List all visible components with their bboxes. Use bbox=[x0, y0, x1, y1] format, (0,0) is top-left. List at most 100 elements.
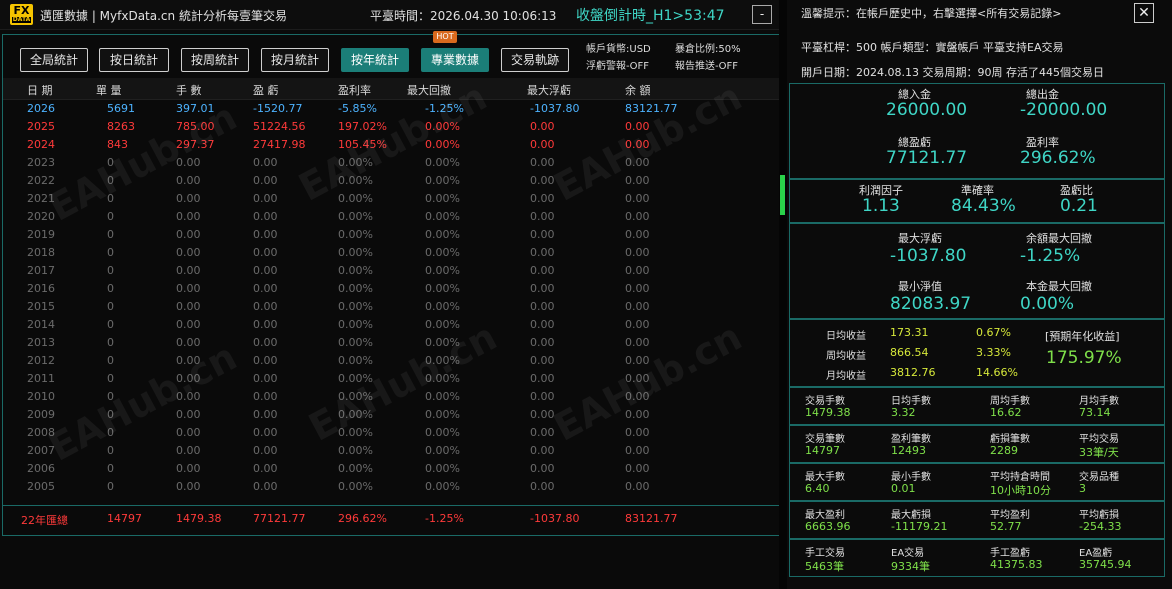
vertical-scrollbar[interactable] bbox=[779, 0, 787, 589]
table-cell: 0.00 bbox=[253, 228, 278, 241]
table-cell: 2012 bbox=[27, 354, 55, 367]
table-cell: 0.00 bbox=[176, 426, 201, 439]
server-time: 平臺時間：2026.04.30 10:06:13 bbox=[370, 9, 557, 23]
table-cell: 51224.56 bbox=[253, 120, 306, 133]
table-cell: 2013 bbox=[27, 336, 55, 349]
tab-monthly-stats[interactable]: 按月統計 bbox=[261, 48, 329, 72]
table-cell: 0.00 bbox=[625, 228, 650, 241]
table-cell: 0.00 bbox=[530, 480, 555, 493]
table-cell: 0.00 bbox=[530, 192, 555, 205]
scrollbar-thumb[interactable] bbox=[780, 175, 785, 215]
table-cell: 0.00 bbox=[625, 426, 650, 439]
profit-factor-value: 1.13 bbox=[862, 196, 900, 216]
table-cell: 2026 bbox=[27, 102, 55, 115]
stat-label: 虧損筆數 bbox=[990, 434, 1030, 445]
tab-weekly-stats[interactable]: 按周統計 bbox=[181, 48, 249, 72]
summary-lots: 1479.38 bbox=[176, 512, 222, 525]
table-cell: 2011 bbox=[27, 372, 55, 385]
report-push[interactable]: 報告推送-OFF bbox=[675, 57, 738, 72]
table-cell: 0 bbox=[107, 462, 114, 475]
tab-trade-track[interactable]: 交易軌跡 bbox=[501, 48, 569, 72]
table-cell: 0.00 bbox=[625, 264, 650, 277]
stat-label: 平均盈利 bbox=[990, 510, 1030, 521]
accuracy-value: 84.43% bbox=[951, 196, 1016, 216]
table-cell: 0.00 bbox=[530, 228, 555, 241]
table-cell: 0.00 bbox=[530, 264, 555, 277]
table-cell: 2020 bbox=[27, 210, 55, 223]
tab-pro-data[interactable]: 專業數據 bbox=[421, 48, 489, 72]
pro-data-panel: 溫馨提示：在帳戶歷史中，右擊選擇<所有交易記錄> ✕ 平臺杠桿：500 帳戶類型… bbox=[787, 0, 1172, 589]
stat-value: 35745.94 bbox=[1079, 558, 1132, 571]
withdraw-value: -20000.00 bbox=[1020, 100, 1108, 120]
summary-float: -1037.80 bbox=[530, 512, 580, 525]
balance-box bbox=[789, 83, 1165, 179]
table-cell: 0 bbox=[107, 444, 114, 457]
table-cell: 0.00% bbox=[425, 462, 460, 475]
max-drawdown-value: -1.25% bbox=[1020, 246, 1081, 266]
stat-label: 平均虧損 bbox=[1079, 510, 1119, 521]
table-cell: 0 bbox=[107, 300, 114, 313]
table-cell: 0.00% bbox=[425, 444, 460, 457]
summary-label: 22年匯總 bbox=[21, 514, 68, 527]
stat-value: 5463筆 bbox=[805, 560, 844, 573]
table-cell: 0.00 bbox=[253, 282, 278, 295]
table-cell: 2005 bbox=[27, 480, 55, 493]
close-button[interactable]: ✕ bbox=[1134, 3, 1154, 23]
table-cell: 0.00 bbox=[176, 246, 201, 259]
app-title: 邁匯數據 | MyfxData.cn 統計分析每壹筆交易 bbox=[40, 9, 287, 23]
table-cell: 0 bbox=[107, 372, 114, 385]
table-cell: 2024 bbox=[27, 138, 55, 151]
table-cell: 0.00 bbox=[253, 336, 278, 349]
table-header: 日 期 單 量 手 數 盈 虧 盈利率 最大回撤 最大浮虧 余 額 bbox=[3, 78, 779, 100]
table-cell: 2019 bbox=[27, 228, 55, 241]
table-cell: 0.00 bbox=[530, 210, 555, 223]
weekly-income-value: 866.54 bbox=[890, 346, 929, 359]
table-cell: 0.00% bbox=[338, 480, 373, 493]
float-alert[interactable]: 浮虧警報-OFF bbox=[586, 57, 649, 72]
table-cell: 0.00 bbox=[625, 210, 650, 223]
table-row: 2019 0 0.00 0.00 0.00% 0.00% 0.00 0.00 bbox=[3, 226, 779, 244]
stat-value: 41375.83 bbox=[990, 558, 1043, 571]
stat-value: 10小時10分 bbox=[990, 484, 1051, 497]
table-cell: 0.00 bbox=[253, 174, 278, 187]
tab-daily-stats[interactable]: 按日統計 bbox=[99, 48, 169, 72]
table-cell: 0.00 bbox=[253, 480, 278, 493]
rate-value: 296.62% bbox=[1020, 148, 1096, 168]
principal-dd-label: 本金最大回撤 bbox=[1026, 280, 1092, 293]
table-cell: 0.00 bbox=[530, 300, 555, 313]
table-cell: 0.00 bbox=[625, 336, 650, 349]
stat-label: 平均持倉時間 bbox=[990, 472, 1050, 483]
stat-value: 33筆/天 bbox=[1079, 446, 1119, 459]
stat-value: 1479.38 bbox=[805, 406, 851, 419]
tab-overall-stats[interactable]: 全局統計 bbox=[20, 48, 88, 72]
stat-label: 交易品種 bbox=[1079, 472, 1119, 483]
minimize-button[interactable]: - bbox=[752, 5, 772, 24]
table-cell: 2006 bbox=[27, 462, 55, 475]
table-cell: 2016 bbox=[27, 282, 55, 295]
table-cell: 0.00 bbox=[176, 228, 201, 241]
table-row: 2015 0 0.00 0.00 0.00% 0.00% 0.00 0.00 bbox=[3, 298, 779, 316]
table-cell: 0.00 bbox=[253, 390, 278, 403]
tab-yearly-stats[interactable]: 按年統計 bbox=[341, 48, 409, 72]
summary-row: 22年匯總 14797 1479.38 77121.77 296.62% -1.… bbox=[3, 510, 779, 528]
table-cell: 0.00 bbox=[253, 372, 278, 385]
table-row: 2018 0 0.00 0.00 0.00% 0.00% 0.00 0.00 bbox=[3, 244, 779, 262]
monthly-income-value: 3812.76 bbox=[890, 366, 936, 379]
table-cell: 0.00 bbox=[176, 264, 201, 277]
table-cell: 0.00 bbox=[530, 336, 555, 349]
table-row: 2017 0 0.00 0.00 0.00% 0.00% 0.00 0.00 bbox=[3, 262, 779, 280]
table-cell: 0.00% bbox=[338, 246, 373, 259]
table-cell: 0.00 bbox=[176, 210, 201, 223]
deposit-value: 26000.00 bbox=[886, 100, 968, 120]
monthly-income-label: 月均收益 bbox=[826, 371, 866, 382]
stat-label: 交易手數 bbox=[805, 396, 845, 407]
monthly-income-pct: 14.66% bbox=[976, 366, 1018, 379]
table-cell: 2023 bbox=[27, 156, 55, 169]
stat-value: -11179.21 bbox=[891, 520, 948, 533]
stat-value: 16.62 bbox=[990, 406, 1022, 419]
table-cell: 0.00 bbox=[530, 156, 555, 169]
table-cell: 0.00% bbox=[338, 210, 373, 223]
table-cell: 0.00% bbox=[425, 210, 460, 223]
account-currency: 帳戶貨幣:USD bbox=[586, 44, 651, 55]
table-cell: 0.00% bbox=[425, 264, 460, 277]
